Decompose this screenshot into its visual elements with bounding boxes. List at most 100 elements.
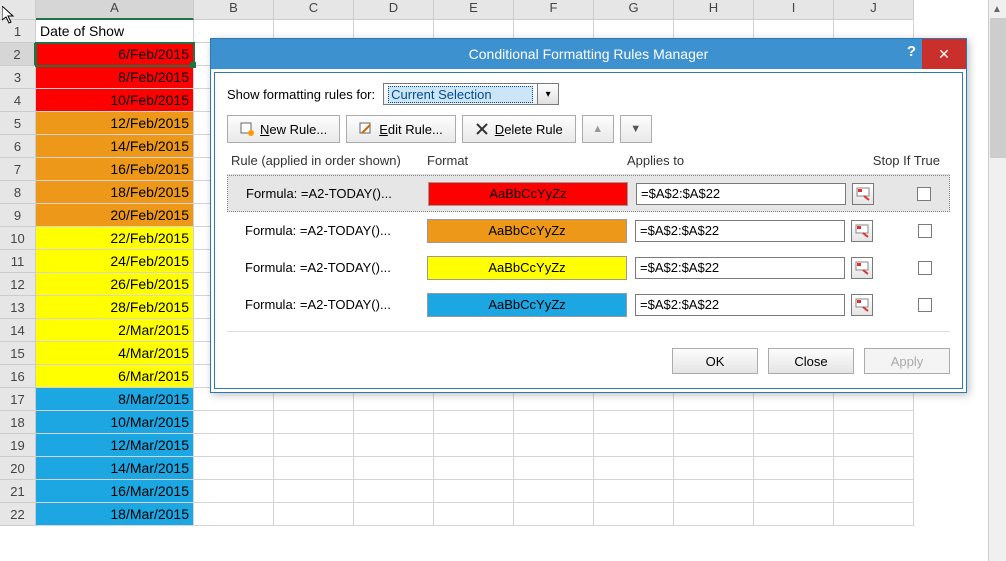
cell[interactable]	[674, 480, 754, 503]
row-header[interactable]: 17	[0, 388, 36, 411]
cell[interactable]	[354, 480, 434, 503]
row-header[interactable]: 15	[0, 342, 36, 365]
column-header[interactable]: C	[274, 0, 354, 20]
show-for-select[interactable]: Current Selection ▾	[383, 83, 538, 105]
cell[interactable]	[274, 411, 354, 434]
vertical-scrollbar[interactable]: ▲	[988, 0, 1006, 561]
scroll-thumb[interactable]	[990, 18, 1006, 158]
cell[interactable]	[434, 411, 514, 434]
column-header[interactable]: H	[674, 0, 754, 20]
cell[interactable]	[754, 480, 834, 503]
rule-row[interactable]: Formula: =A2-TODAY()...AaBbCcYyZz=$A$2:$…	[227, 212, 950, 249]
row-header[interactable]: 5	[0, 112, 36, 135]
cell[interactable]: Date of Show	[36, 20, 194, 43]
rule-applies-input[interactable]: =$A$2:$A$22	[636, 183, 846, 205]
cell[interactable]	[834, 457, 914, 480]
row-header[interactable]: 20	[0, 457, 36, 480]
cell[interactable]	[194, 434, 274, 457]
cell[interactable]	[594, 503, 674, 526]
row-header[interactable]: 4	[0, 89, 36, 112]
column-header[interactable]: A	[36, 0, 194, 20]
cell[interactable]	[514, 503, 594, 526]
ok-button[interactable]: OK	[672, 348, 758, 374]
row-header[interactable]: 10	[0, 227, 36, 250]
cell[interactable]: 10/Feb/2015	[36, 89, 194, 112]
help-button[interactable]: ?	[907, 43, 916, 60]
delete-rule-button[interactable]: Delete Rule	[462, 115, 576, 143]
row-header[interactable]: 18	[0, 411, 36, 434]
cell[interactable]	[834, 434, 914, 457]
row-header[interactable]: 19	[0, 434, 36, 457]
cell[interactable]	[354, 503, 434, 526]
cell[interactable]: 24/Feb/2015	[36, 250, 194, 273]
select-all-corner[interactable]	[0, 0, 36, 20]
row-header[interactable]: 14	[0, 319, 36, 342]
row-header[interactable]: 16	[0, 365, 36, 388]
column-header[interactable]: G	[594, 0, 674, 20]
cell[interactable]: 2/Mar/2015	[36, 319, 194, 342]
cell[interactable]	[834, 411, 914, 434]
cell[interactable]	[754, 411, 834, 434]
cell[interactable]: 20/Feb/2015	[36, 204, 194, 227]
cell[interactable]	[594, 434, 674, 457]
row-header[interactable]: 2	[0, 43, 36, 66]
chevron-down-icon[interactable]: ▾	[537, 83, 559, 105]
cell[interactable]	[674, 434, 754, 457]
apply-button[interactable]: Apply	[864, 348, 950, 374]
row-header[interactable]: 1	[0, 20, 36, 43]
row-header[interactable]: 9	[0, 204, 36, 227]
row-header[interactable]: 13	[0, 296, 36, 319]
cell[interactable]	[274, 457, 354, 480]
column-header[interactable]: D	[354, 0, 434, 20]
cell[interactable]	[354, 411, 434, 434]
cell[interactable]: 12/Mar/2015	[36, 434, 194, 457]
cell[interactable]	[434, 434, 514, 457]
rule-applies-input[interactable]: =$A$2:$A$22	[635, 294, 845, 316]
cell[interactable]: 8/Mar/2015	[36, 388, 194, 411]
cell[interactable]	[674, 503, 754, 526]
cell[interactable]	[674, 411, 754, 434]
row-header[interactable]: 11	[0, 250, 36, 273]
cell[interactable]: 18/Mar/2015	[36, 503, 194, 526]
stop-if-true-checkbox[interactable]	[918, 261, 932, 275]
close-dialog-button[interactable]: Close	[768, 348, 854, 374]
cell[interactable]: 14/Feb/2015	[36, 135, 194, 158]
cell[interactable]	[194, 411, 274, 434]
column-header[interactable]: F	[514, 0, 594, 20]
cell[interactable]	[594, 457, 674, 480]
cell[interactable]	[514, 457, 594, 480]
row-header[interactable]: 21	[0, 480, 36, 503]
cell[interactable]: 10/Mar/2015	[36, 411, 194, 434]
row-header[interactable]: 8	[0, 181, 36, 204]
cell[interactable]	[274, 503, 354, 526]
cell[interactable]: 28/Feb/2015	[36, 296, 194, 319]
range-picker-button[interactable]	[851, 220, 873, 242]
cell[interactable]: 22/Feb/2015	[36, 227, 194, 250]
move-down-button[interactable]: ▼	[620, 115, 652, 143]
cell[interactable]	[274, 434, 354, 457]
cell[interactable]	[434, 457, 514, 480]
range-picker-button[interactable]	[852, 183, 874, 205]
rule-row[interactable]: Formula: =A2-TODAY()...AaBbCcYyZz=$A$2:$…	[227, 249, 950, 286]
row-header[interactable]: 22	[0, 503, 36, 526]
cell[interactable]	[354, 457, 434, 480]
cell[interactable]	[754, 457, 834, 480]
column-header[interactable]: E	[434, 0, 514, 20]
cell[interactable]: 6/Feb/2015	[36, 43, 194, 66]
cell[interactable]	[754, 434, 834, 457]
cell[interactable]	[194, 503, 274, 526]
column-header[interactable]: B	[194, 0, 274, 20]
cell[interactable]: 14/Mar/2015	[36, 457, 194, 480]
cell[interactable]	[274, 480, 354, 503]
cell[interactable]: 16/Feb/2015	[36, 158, 194, 181]
cell[interactable]: 4/Mar/2015	[36, 342, 194, 365]
column-header[interactable]: J	[834, 0, 914, 20]
cell[interactable]: 8/Feb/2015	[36, 66, 194, 89]
cell[interactable]	[594, 411, 674, 434]
column-header[interactable]: I	[754, 0, 834, 20]
dialog-titlebar[interactable]: Conditional Formatting Rules Manager ? ✕	[211, 39, 966, 69]
cell[interactable]	[194, 480, 274, 503]
row-header[interactable]: 12	[0, 273, 36, 296]
scroll-up-arrow[interactable]: ▲	[989, 0, 1005, 18]
row-header[interactable]: 3	[0, 66, 36, 89]
